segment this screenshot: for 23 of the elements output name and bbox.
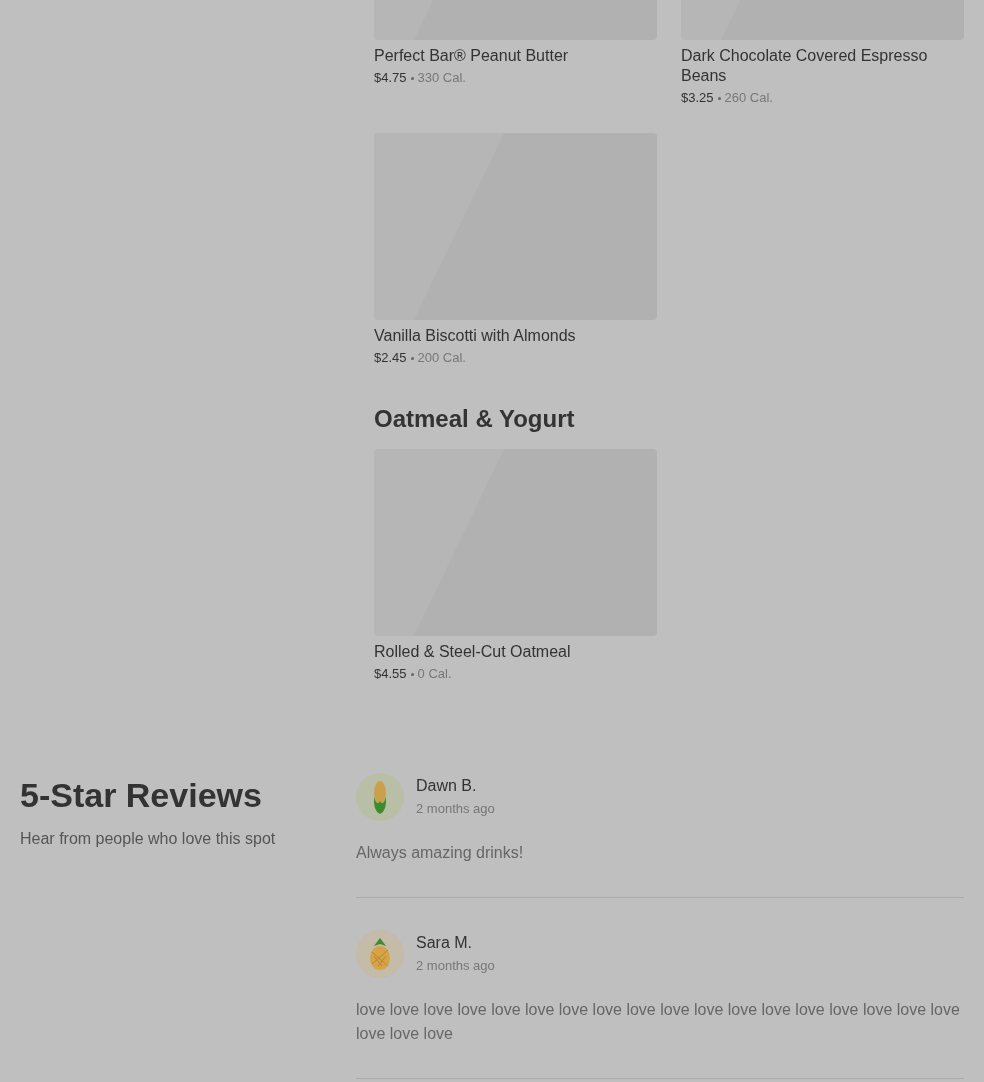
review-text: Always amazing drinks! — [356, 843, 525, 863]
reviewer-name: Dawn B. — [416, 776, 478, 796]
item-name: Dark Chocolate Covered Espresso Beans — [681, 46, 929, 86]
item-price: $4.55 — [374, 665, 407, 683]
item-price: $4.75 — [374, 69, 407, 87]
item-price: $3.25 — [681, 89, 714, 107]
item-name: Perfect Bar® Peanut Butter — [374, 46, 570, 66]
item-calories: 200 Cal. — [417, 349, 466, 367]
reviews-title: 5-Star Reviews — [20, 775, 263, 815]
item-calories: 260 Cal. — [724, 89, 773, 107]
section-title: Oatmeal & Yogurt — [374, 405, 576, 433]
item-name: Vanilla Biscotti with Almonds — [374, 326, 577, 346]
item-calories: 0 Cal. — [417, 665, 452, 683]
review-text: love love love love love love love love love love love love love love love love love love love love love — [356, 1000, 961, 1044]
corn-icon — [371, 779, 389, 815]
review-time: 2 months ago — [416, 957, 495, 975]
review-time: 2 months ago — [416, 800, 495, 818]
item-price: $2.45 — [374, 349, 407, 367]
item-name: Rolled & Steel-Cut Oatmeal — [374, 642, 572, 662]
reviewer-name: Sara M. — [416, 933, 473, 953]
pineapple-icon — [368, 936, 392, 972]
item-calories: 330 Cal. — [417, 69, 466, 87]
reviews-subtitle: Hear from people who love this spot — [20, 829, 277, 849]
